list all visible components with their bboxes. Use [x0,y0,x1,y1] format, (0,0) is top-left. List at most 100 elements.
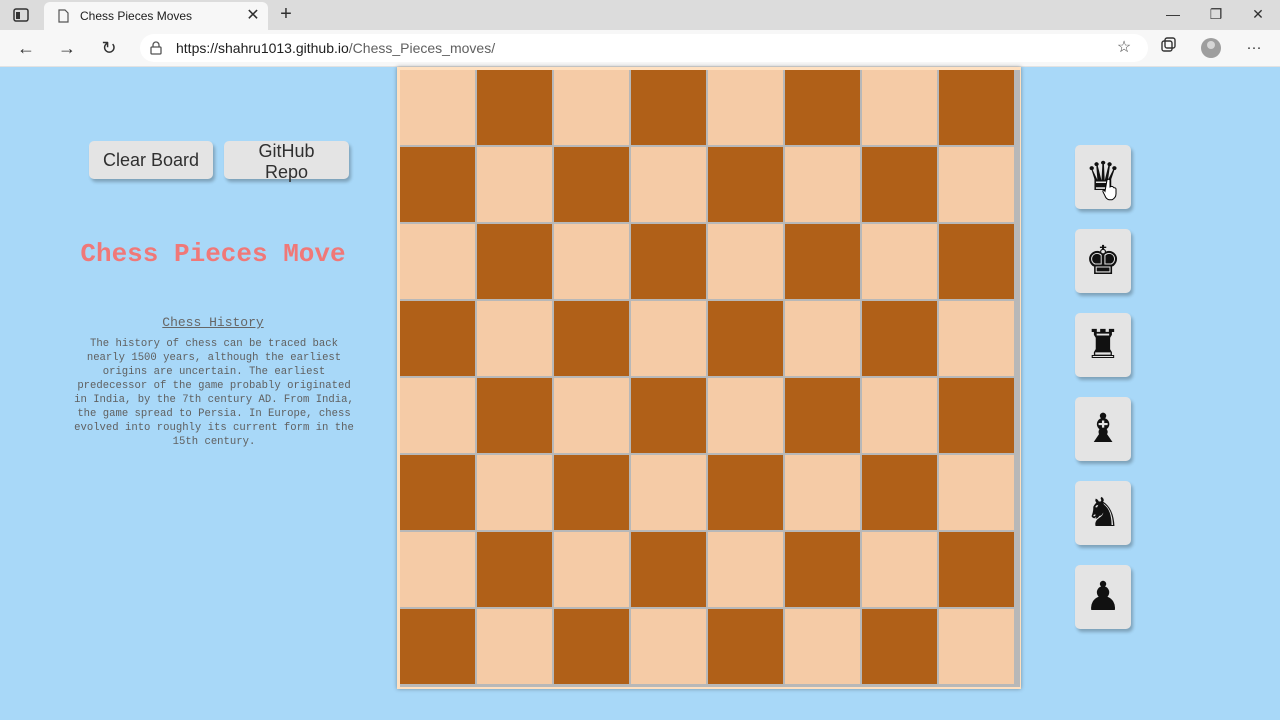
board-square[interactable] [400,301,475,376]
knight-icon: ♞ [1085,490,1121,536]
board-square[interactable] [862,378,937,453]
board-square[interactable] [708,147,783,222]
board-square[interactable] [631,70,706,145]
board-square[interactable] [785,378,860,453]
board-square[interactable] [477,532,552,607]
board-square[interactable] [862,147,937,222]
board-square[interactable] [554,455,629,530]
rook-piece-button[interactable]: ♜ [1075,313,1131,377]
board-square[interactable] [400,224,475,299]
board-square[interactable] [631,609,706,684]
board-square[interactable] [939,70,1014,145]
board-square[interactable] [939,301,1014,376]
tab-close-icon[interactable]: ✕ [244,7,262,25]
github-repo-button[interactable]: GitHub Repo [224,141,349,182]
close-window-button[interactable]: ✕ [1245,4,1271,24]
board-square[interactable] [785,224,860,299]
board-square[interactable] [631,455,706,530]
board-square[interactable] [939,378,1014,453]
board-square[interactable] [477,455,552,530]
board-square[interactable] [785,70,860,145]
address-bar[interactable]: https://shahru1013.github.io/Chess_Piece… [140,34,1148,62]
board-square[interactable] [785,455,860,530]
url-text: https://shahru1013.github.io/Chess_Piece… [176,40,496,56]
board-square[interactable] [939,455,1014,530]
lock-icon [150,41,162,55]
browser-tab[interactable]: Chess Pieces Moves ✕ [44,2,268,30]
board-square[interactable] [708,455,783,530]
board-square[interactable] [400,609,475,684]
board-square[interactable] [631,301,706,376]
board-square[interactable] [862,609,937,684]
board-square[interactable] [400,532,475,607]
board-square[interactable] [400,147,475,222]
board-square[interactable] [554,532,629,607]
board-square[interactable] [477,70,552,145]
board-square[interactable] [477,609,552,684]
board-square[interactable] [477,224,552,299]
board-square[interactable] [400,455,475,530]
history-text: The history of chess can be traced back … [74,338,354,448]
board-square[interactable] [708,609,783,684]
reload-button[interactable]: ↻ [96,36,122,60]
board-square[interactable] [477,147,552,222]
board-square[interactable] [708,224,783,299]
favorite-star-icon[interactable]: ☆ [1114,38,1134,58]
board-square[interactable] [862,455,937,530]
board-square[interactable] [631,224,706,299]
tab-title: Chess Pieces Moves [80,9,193,23]
board-square[interactable] [400,70,475,145]
chess-board [397,67,1021,689]
new-tab-button[interactable]: + [276,4,296,24]
restore-button[interactable]: ❐ [1203,4,1229,24]
board-square[interactable] [631,147,706,222]
queen-icon: ♛ [1085,154,1121,200]
board-square[interactable] [708,532,783,607]
king-icon: ♚ [1085,238,1121,284]
page-title: Chess Pieces Move [80,239,346,269]
board-square[interactable] [554,224,629,299]
board-square[interactable] [862,301,937,376]
board-square[interactable] [708,378,783,453]
board-square[interactable] [862,224,937,299]
board-square[interactable] [554,609,629,684]
board-square[interactable] [862,532,937,607]
board-square[interactable] [939,147,1014,222]
pawn-piece-button[interactable]: ♟ [1075,565,1131,629]
more-options-icon[interactable]: ··· [1242,37,1266,59]
minimize-button[interactable]: — [1160,4,1186,24]
clear-board-button[interactable]: Clear Board [89,141,213,179]
board-square[interactable] [939,609,1014,684]
board-square[interactable] [785,609,860,684]
board-square[interactable] [554,378,629,453]
page-favicon-icon [58,9,69,23]
king-piece-button[interactable]: ♚ [1075,229,1131,293]
board-square[interactable] [785,147,860,222]
profile-avatar[interactable] [1201,38,1221,58]
board-square[interactable] [554,147,629,222]
board-square[interactable] [400,378,475,453]
browser-toolbar: ← → ↻ https://shahru1013.github.io/Chess… [0,30,1280,67]
board-square[interactable] [862,70,937,145]
board-square[interactable] [631,378,706,453]
bishop-icon: ♝ [1085,406,1121,452]
knight-piece-button[interactable]: ♞ [1075,481,1131,545]
board-square[interactable] [631,532,706,607]
rook-icon: ♜ [1085,322,1121,368]
board-square[interactable] [708,70,783,145]
board-square[interactable] [477,378,552,453]
back-button[interactable]: ← [13,36,39,60]
board-square[interactable] [785,532,860,607]
board-square[interactable] [708,301,783,376]
board-square[interactable] [554,301,629,376]
board-square[interactable] [939,224,1014,299]
board-square[interactable] [939,532,1014,607]
collections-icon[interactable] [1156,37,1180,59]
forward-button[interactable]: → [54,36,80,60]
board-square[interactable] [477,301,552,376]
queen-piece-button[interactable]: ♛ [1075,145,1131,209]
bishop-piece-button[interactable]: ♝ [1075,397,1131,461]
tab-actions-icon[interactable] [10,6,32,24]
board-square[interactable] [554,70,629,145]
board-square[interactable] [785,301,860,376]
